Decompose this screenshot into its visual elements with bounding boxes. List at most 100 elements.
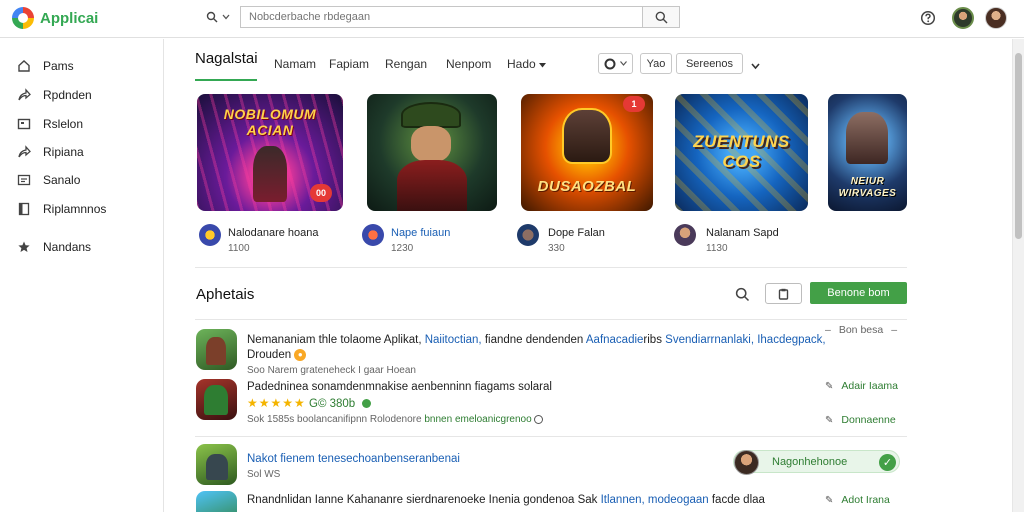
sidebar-item-label: Rslelon bbox=[43, 117, 84, 131]
sidebar-item-6[interactable]: Riplamnnos bbox=[0, 197, 164, 221]
row-link[interactable]: Naiitoctian, bbox=[425, 334, 482, 346]
top-bar: Applicai bbox=[0, 0, 1024, 38]
search-icon bbox=[655, 11, 667, 23]
featured-card-4[interactable]: ZUENTUNS COS bbox=[675, 94, 808, 211]
rating-text: G© 380b bbox=[309, 398, 356, 410]
app-thumbnail[interactable] bbox=[196, 491, 237, 512]
featured-card-5[interactable]: NEIUR WIRVAGES bbox=[828, 94, 907, 211]
row-link[interactable]: Aafnacadie bbox=[586, 334, 644, 346]
status-pill[interactable]: Nagonhehonoe ✓ bbox=[733, 450, 900, 475]
coin-icon: ● bbox=[294, 349, 307, 361]
tab-5[interactable]: Hado bbox=[507, 57, 547, 71]
filter-button-3[interactable]: Sereenos bbox=[676, 53, 743, 74]
app-thumbnail[interactable] bbox=[196, 379, 237, 420]
featured-card-2[interactable] bbox=[367, 94, 497, 211]
app-thumbnail[interactable] bbox=[196, 444, 237, 485]
game-title: Nalodanare hoana bbox=[228, 227, 319, 239]
row-1-line-1: Nemananiam thle tolaome Aplikat, Naiitoc… bbox=[247, 334, 826, 346]
row-1-side: – Bon besa – bbox=[825, 324, 897, 336]
bookmark-icon bbox=[17, 202, 31, 216]
app-logo[interactable]: Applicai bbox=[12, 7, 98, 29]
scrollbar[interactable] bbox=[1012, 39, 1024, 512]
scrollbar-thumb[interactable] bbox=[1015, 53, 1022, 239]
app-thumbnail[interactable] bbox=[196, 329, 237, 370]
row-4-title: Rnandnlidan Ianne Kahananre sierdnarenoe… bbox=[247, 494, 765, 506]
sidebar-item-label: Pams bbox=[43, 59, 74, 73]
game-title: Dope Falan bbox=[548, 227, 605, 239]
thumb-figure bbox=[204, 385, 228, 415]
sidebar: Pams Rpdnden Rslelon Ripiana Sanalo Ripl… bbox=[0, 39, 164, 512]
game-title: Nape fuiaun bbox=[391, 227, 451, 239]
sidebar-item-7[interactable]: Nandans bbox=[0, 235, 164, 259]
search-input[interactable] bbox=[240, 6, 642, 28]
filter-button-2[interactable]: Yao bbox=[640, 53, 672, 74]
edit-icon: ✎ bbox=[825, 414, 834, 426]
sidebar-item-5[interactable]: Sanalo bbox=[0, 168, 164, 192]
sidebar-item-3[interactable]: Rslelon bbox=[0, 112, 164, 136]
row-2-meta: Sok 1585s boolancanifipnn Rolodenore bnn… bbox=[247, 414, 544, 425]
status-dot-icon bbox=[362, 399, 372, 409]
search-scope[interactable] bbox=[198, 6, 240, 28]
tab-2[interactable]: Fapiam bbox=[329, 57, 369, 71]
card-art-title: NEIUR WIRVAGES bbox=[838, 176, 897, 199]
sidebar-item-home[interactable]: Pams bbox=[0, 54, 164, 78]
row-2-action-1[interactable]: ✎ Adair Iaama bbox=[825, 380, 898, 392]
row-text: Rnandnlidan Ianne Kahananre sierdnarenoe… bbox=[247, 494, 598, 506]
thumb-figure bbox=[206, 454, 228, 480]
game-subtitle: 1130 bbox=[706, 243, 728, 254]
card-badge: 1 bbox=[623, 96, 645, 112]
row-text: Nemananiam thle tolaome Aplikat, bbox=[247, 334, 422, 346]
row-link[interactable]: Itlannen, modeogaan bbox=[601, 494, 709, 506]
character-face bbox=[411, 126, 451, 162]
row-link[interactable]: Nakot fienem bbox=[247, 453, 315, 465]
row-action-label: Donnaenne bbox=[841, 414, 896, 426]
sidebar-item-2[interactable]: Rpdnden bbox=[0, 83, 164, 107]
character-helmet bbox=[562, 108, 612, 164]
row-2-title: Padedninea sonamdenmnakise aenbenninn fi… bbox=[247, 381, 552, 393]
dash-icon: – bbox=[825, 324, 831, 336]
tab-4[interactable]: Nenpom bbox=[446, 57, 491, 71]
game-subtitle: 330 bbox=[548, 243, 565, 254]
more-filters-chevron-icon[interactable] bbox=[751, 59, 760, 73]
filter-toggle[interactable] bbox=[598, 53, 633, 74]
search-button[interactable] bbox=[642, 6, 680, 28]
chevron-down-icon bbox=[620, 61, 627, 66]
row-3-sub: Sol WS bbox=[247, 469, 281, 480]
row-2-rating: ★★★★★ G© 380b bbox=[247, 396, 372, 410]
game-icon bbox=[517, 224, 539, 246]
primary-action-button[interactable]: Benone bom bbox=[810, 282, 907, 304]
sidebar-item-4[interactable]: Ripiana bbox=[0, 140, 164, 164]
thumb-figure bbox=[206, 337, 226, 365]
row-2-action-2[interactable]: ✎ Donnaenne bbox=[825, 414, 896, 426]
account-avatar[interactable] bbox=[985, 7, 1007, 29]
featured-card-3[interactable]: DUSAOZBAL 1 bbox=[521, 94, 653, 211]
tab-3[interactable]: Rengan bbox=[385, 57, 427, 71]
search-bar bbox=[198, 6, 683, 28]
featured-card-1[interactable]: NOBILOMUM ACIAN 00 bbox=[197, 94, 343, 211]
share-icon bbox=[17, 145, 31, 159]
user-avatar[interactable] bbox=[952, 7, 974, 29]
row-4-action-1[interactable]: ✎ Adot Irana bbox=[825, 494, 890, 506]
home-icon bbox=[17, 59, 31, 73]
row-link[interactable]: tenesechoanbenseranbenai bbox=[318, 453, 460, 465]
row-link[interactable]: Svendiarrnanlaki, bbox=[665, 334, 754, 346]
chevron-down-icon bbox=[222, 14, 230, 20]
row-text: ribs bbox=[643, 334, 662, 346]
list-icon bbox=[17, 173, 31, 187]
section-search-button[interactable] bbox=[731, 283, 753, 305]
tab-active[interactable]: Nagalstai bbox=[195, 50, 258, 67]
active-tab-indicator bbox=[195, 79, 257, 81]
row-text: Sok 1585s boolancanifipnn Rolodenore bbox=[247, 414, 422, 425]
help-icon[interactable] bbox=[918, 8, 938, 28]
clipboard-icon bbox=[778, 288, 789, 300]
game-title: Nalanam Sapd bbox=[706, 227, 779, 239]
star-icon bbox=[17, 240, 31, 254]
clipboard-button[interactable] bbox=[765, 283, 802, 304]
row-link[interactable]: bnnen emeloanicgrenoo bbox=[424, 414, 531, 425]
tab-1[interactable]: Namam bbox=[274, 57, 316, 71]
row-link[interactable]: Ihacdegpack, bbox=[757, 334, 825, 346]
row-1-line-3: Soo Narem grateneheck I gaar Hoean bbox=[247, 365, 416, 376]
game-subtitle: 1100 bbox=[228, 243, 250, 254]
edit-icon: ✎ bbox=[825, 380, 834, 392]
logo-text: Applicai bbox=[40, 9, 99, 27]
